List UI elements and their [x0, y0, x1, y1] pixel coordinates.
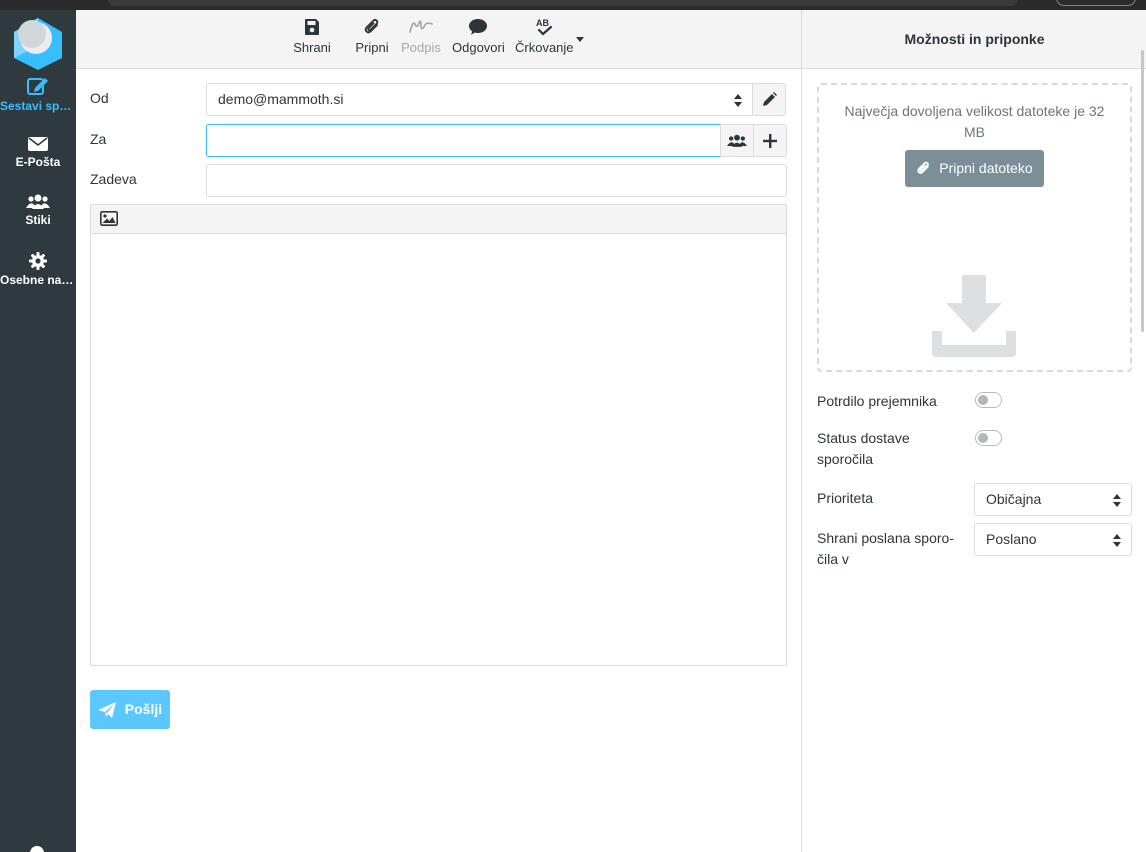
nav-compose-label: Sestavi spo… [0, 99, 76, 113]
priority-label: Prioriteta [817, 490, 874, 506]
nav-bottom-icon[interactable] [30, 846, 44, 852]
from-label: Od [90, 90, 109, 106]
nav-mail[interactable]: E-Pošta [0, 136, 76, 186]
signature-button[interactable]: Podpis [401, 18, 441, 55]
attach-file-button[interactable]: Pripni datoteko [905, 150, 1044, 187]
select-arrows-icon [1113, 494, 1121, 507]
spellcheck-icon: AB [536, 18, 553, 36]
attach-button[interactable]: Pripni [355, 18, 389, 55]
responses-label: Odgovori [452, 40, 505, 55]
paper-plane-icon [97, 702, 116, 718]
insert-image-icon[interactable] [100, 211, 118, 226]
dsn-toggle-knob [978, 433, 988, 443]
receipt-toggle[interactable] [975, 392, 1002, 408]
envelope-icon [28, 137, 48, 151]
from-select[interactable]: demo@mammoth.si [206, 83, 753, 116]
nav-contacts[interactable]: Stiki [0, 194, 76, 244]
nav-mail-label: E-Pošta [15, 155, 61, 169]
signature-icon [409, 20, 433, 33]
subject-input[interactable] [206, 164, 787, 197]
browser-address-bar[interactable] [108, 0, 1018, 6]
floppy-disk-icon [305, 19, 319, 35]
select-arrows-icon [1113, 534, 1121, 547]
options-panel: Možnosti in priponke Največja dovoljena … [801, 10, 1146, 852]
from-value: demo@mammoth.si [218, 91, 344, 107]
attach-file-label: Pripni datoteko [939, 160, 1033, 176]
spellcheck-label: Črkovanje [515, 40, 574, 55]
gear-icon [29, 252, 47, 270]
message-editor[interactable] [90, 204, 787, 666]
users-icon [26, 194, 50, 209]
nav-settings-label: Osebne nas… [0, 273, 76, 287]
options-scrollbar[interactable] [1141, 50, 1144, 332]
attach-label: Pripni [355, 40, 389, 55]
dsn-label: Status dostave sporočila [817, 430, 910, 467]
send-label: Pošlji [124, 701, 163, 717]
spellcheck-dropdown-icon[interactable] [576, 37, 584, 42]
store-target-label: Shrani poslana sporo-čila v [817, 530, 954, 567]
editor-toolbar [91, 205, 786, 234]
options-title: Možnosti in priponke [802, 10, 1146, 69]
priority-value: Običajna [986, 491, 1042, 507]
store-target-select[interactable]: Poslano [974, 523, 1132, 556]
compose-toolbar: Shrani Pripni Podpis Odgovori AB Črkovan… [76, 10, 801, 69]
save-label: Shrani [293, 40, 331, 55]
left-navigation: Sestavi spo… E-Pošta Stiki Osebne nas… [0, 10, 76, 852]
signature-label: Podpis [401, 40, 441, 55]
subject-label: Zadeva [90, 171, 137, 187]
dsn-toggle[interactable] [975, 430, 1002, 446]
receipt-toggle-knob [978, 395, 988, 405]
users-icon [727, 134, 747, 147]
paperclip-icon [364, 18, 379, 34]
to-label: Za [90, 131, 107, 147]
receipt-label: Potrdilo prejemnika [817, 393, 937, 409]
send-button[interactable]: Pošlji [90, 690, 170, 729]
compose-icon [27, 78, 48, 95]
spellcheck-button[interactable]: AB Črkovanje [515, 18, 574, 55]
responses-button[interactable]: Odgovori [452, 18, 505, 55]
browser-top-strip [0, 0, 1146, 10]
nav-settings[interactable]: Osebne nas… [0, 252, 76, 302]
plus-icon [763, 133, 777, 148]
pencil-icon [762, 92, 777, 106]
add-header-button[interactable] [753, 124, 787, 157]
store-target-value: Poslano [986, 531, 1037, 547]
save-button[interactable]: Shrani [293, 18, 331, 55]
browser-button[interactable] [1056, 0, 1136, 6]
to-input[interactable] [206, 124, 721, 157]
svg-text:AB: AB [536, 18, 549, 28]
comment-icon [469, 19, 487, 35]
priority-select[interactable]: Običajna [974, 483, 1132, 516]
nav-compose[interactable]: Sestavi spo… [0, 76, 76, 126]
download-icon [932, 275, 1016, 357]
logo[interactable] [10, 14, 66, 70]
max-size-text: Največja dovoljena velikost datoteke je … [844, 103, 1105, 140]
address-book-button[interactable] [720, 124, 754, 157]
edit-identity-button[interactable] [752, 83, 786, 116]
select-arrows-icon [734, 94, 742, 107]
paperclip-icon [917, 161, 930, 174]
nav-contacts-label: Stiki [25, 213, 51, 227]
logo-icon [14, 18, 62, 70]
attachment-dropzone[interactable]: Največja dovoljena velikost datoteke je … [817, 83, 1132, 372]
